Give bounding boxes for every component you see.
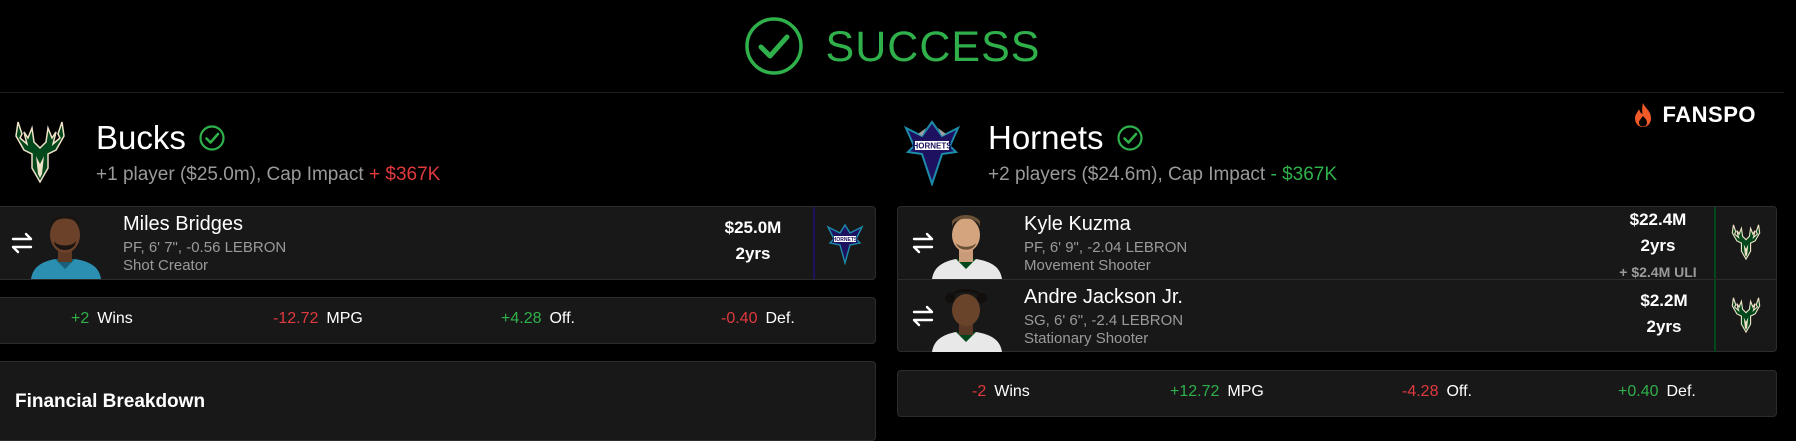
stat-label: Wins — [994, 383, 1030, 400]
stat-def: -0.40 Def. — [721, 310, 795, 328]
team-name: Bucks — [96, 119, 186, 156]
stat-label: MPG — [326, 310, 363, 327]
player-name[interactable]: Miles Bridges — [123, 213, 243, 236]
team-header-bucks: Bucks +1 player ($25.0m), Cap Impact + $… — [12, 118, 440, 186]
stat-label: MPG — [1227, 383, 1264, 400]
stat-wins: -2 Wins — [972, 383, 1030, 401]
success-banner: SUCCESS — [0, 0, 1784, 93]
player-row-kyle-kuzma[interactable]: Kyle Kuzma PF, 6' 9", -2.04 LEBRON Movem… — [898, 207, 1776, 280]
player-role: Stationary Shooter — [1024, 330, 1149, 347]
stat-label: Wins — [97, 310, 133, 327]
stat-value: +0.40 — [1618, 383, 1659, 400]
stat-value: -2 — [972, 383, 987, 400]
salary-block: $22.4M 2yrs + $2.4M ULI — [1598, 207, 1718, 285]
stat-value: -12.72 — [273, 310, 319, 327]
player-details: SG, 6' 6", -2.4 LEBRON Stationary Shoote… — [1024, 312, 1183, 348]
stat-value: +2 — [71, 310, 90, 327]
stat-value: -4.28 — [1402, 383, 1439, 400]
player-position-line: SG, 6' 6", -2.4 LEBRON — [1024, 312, 1184, 329]
stat-off: -4.28 Off. — [1402, 383, 1472, 401]
stat-value: +4.28 — [501, 310, 542, 327]
contract-years: 2yrs — [1646, 317, 1682, 336]
check-icon — [1116, 125, 1143, 151]
team-header-hornets: HORNETS Hornets +2 players ($24.6m), Cap… — [904, 118, 1337, 186]
destination-team[interactable] — [1714, 280, 1776, 352]
flame-icon — [1634, 103, 1651, 127]
destination-team[interactable]: HORNETS — [813, 207, 875, 279]
salary-block: $25.0M 2yrs — [713, 215, 793, 267]
brand-name: FANSPO — [1662, 102, 1756, 127]
salary: $22.4M — [1629, 210, 1687, 229]
contract-years: 2yrs — [1640, 236, 1676, 255]
bucks-logo — [15, 121, 65, 184]
stat-label: Off. — [1446, 383, 1472, 400]
bucks-logo — [1731, 224, 1761, 261]
svg-text:HORNETS: HORNETS — [833, 237, 858, 243]
player-position-line: PF, 6' 7", -0.56 LEBRON — [123, 239, 287, 256]
summary-text: +2 players ($24.6m), Cap Impact — [988, 164, 1271, 185]
salary-block: $2.2M 2yrs — [1614, 288, 1714, 340]
player-role: Shot Creator — [123, 257, 209, 274]
stat-mpg: -12.72 MPG — [273, 310, 363, 328]
stat-wins: +2 Wins — [71, 310, 133, 328]
hornets-logo: HORNETS — [826, 223, 864, 265]
svg-text:HORNETS: HORNETS — [912, 142, 952, 151]
stats-bar-bucks: +2 Wins -12.72 MPG +4.28 Off. -0.40 Def. — [0, 297, 876, 344]
player-details: PF, 6' 7", -0.56 LEBRON Shot Creator — [123, 239, 286, 275]
player-card-miles-bridges[interactable]: Miles Bridges PF, 6' 7", -0.56 LEBRON Sh… — [0, 206, 876, 280]
bucks-logo — [1731, 297, 1761, 334]
destination-team[interactable] — [1714, 207, 1776, 279]
team-summary: +2 players ($24.6m), Cap Impact - $367K — [988, 164, 1337, 186]
player-name[interactable]: Kyle Kuzma — [1024, 213, 1131, 236]
financial-breakdown-panel: Financial Breakdown — [0, 361, 876, 441]
check-icon — [199, 125, 225, 151]
stat-value: +12.72 — [1170, 383, 1220, 400]
stat-mpg: +12.72 MPG — [1170, 383, 1264, 401]
player-position-line: PF, 6' 9", -2.04 LEBRON — [1024, 239, 1188, 256]
team-name: Hornets — [988, 119, 1104, 156]
player-row-andre-jackson-jr[interactable]: Andre Jackson Jr. SG, 6' 6", -2.4 LEBRON… — [898, 280, 1776, 352]
incoming-players-card-hornets: Kyle Kuzma PF, 6' 9", -2.04 LEBRON Movem… — [897, 206, 1777, 352]
financial-breakdown-title: Financial Breakdown — [15, 391, 206, 412]
player-headshot — [932, 215, 1002, 279]
stat-off: +4.28 Off. — [501, 310, 575, 328]
player-headshot — [31, 215, 101, 279]
hornets-logo: HORNETS — [904, 120, 960, 186]
stat-label: Off. — [549, 310, 575, 327]
contract-years: 2yrs — [735, 244, 771, 263]
cap-impact: - $367K — [1270, 164, 1338, 185]
check-circle-icon — [744, 17, 803, 75]
brand-logo: FANSPO — [1629, 101, 1756, 129]
stats-bar-hornets: -2 Wins +12.72 MPG -4.28 Off. +0.40 Def. — [897, 370, 1777, 417]
team-summary: +1 player ($25.0m), Cap Impact + $367K — [96, 164, 440, 186]
salary: $2.2M — [1640, 291, 1688, 310]
player-role: Movement Shooter — [1024, 257, 1151, 274]
player-name[interactable]: Andre Jackson Jr. — [1024, 286, 1183, 309]
success-text: SUCCESS — [825, 22, 1041, 71]
summary-text: +1 player ($25.0m), Cap Impact — [96, 164, 369, 185]
stat-label: Def. — [765, 310, 795, 327]
stat-label: Def. — [1666, 383, 1696, 400]
player-details: PF, 6' 9", -2.04 LEBRON Movement Shooter — [1024, 239, 1187, 275]
cap-impact: + $367K — [369, 164, 441, 185]
stat-value: -0.40 — [721, 310, 758, 327]
stat-def: +0.40 Def. — [1618, 383, 1696, 401]
salary: $25.0M — [724, 218, 782, 237]
player-headshot — [932, 289, 1002, 352]
